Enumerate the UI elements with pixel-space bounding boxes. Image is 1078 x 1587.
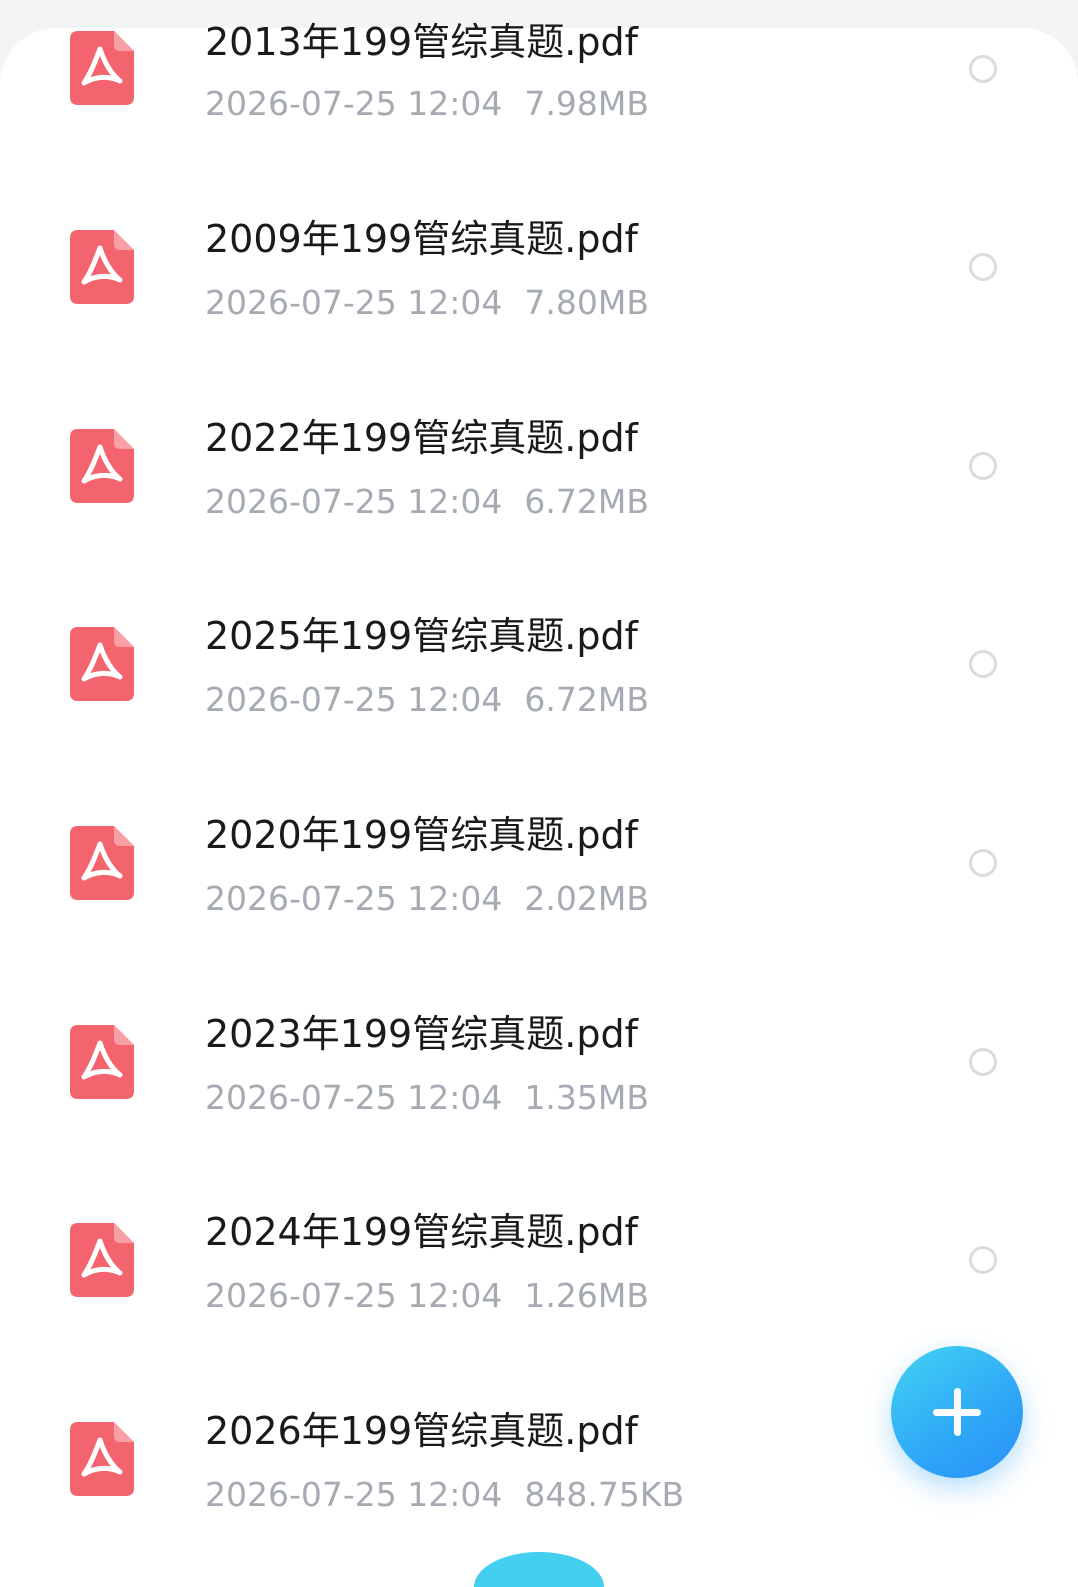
file-date: 2026-07-25 12:04 [205, 283, 503, 322]
file-meta: 2026-07-25 12:04 6.72MB [205, 679, 649, 721]
file-date: 2026-07-25 12:04 [205, 84, 503, 123]
pdf-icon [70, 1025, 134, 1099]
file-date: 2026-07-25 12:04 [205, 879, 503, 918]
add-button[interactable] [891, 1346, 1023, 1478]
file-name: 2026年199管综真题.pdf [205, 1409, 638, 1453]
file-meta: 2026-07-25 12:04 848.75KB [205, 1474, 684, 1516]
file-row[interactable]: 2022年199管综真题.pdf 2026-07-25 12:04 6.72MB [0, 397, 1078, 597]
select-radio[interactable] [969, 1246, 997, 1274]
file-row[interactable]: 2025年199管综真题.pdf 2026-07-25 12:04 6.72MB [0, 595, 1078, 795]
file-name: 2024年199管综真题.pdf [205, 1210, 638, 1254]
file-size: 848.75KB [524, 1475, 685, 1514]
file-meta: 2026-07-25 12:04 6.72MB [205, 481, 649, 523]
pdf-icon [70, 1422, 134, 1496]
file-name: 2020年199管综真题.pdf [205, 813, 638, 857]
file-size: 6.72MB [524, 680, 649, 719]
file-date: 2026-07-25 12:04 [205, 1276, 503, 1315]
file-name: 2023年199管综真题.pdf [205, 1012, 638, 1056]
pdf-icon [70, 826, 134, 900]
file-row[interactable]: 2013年199管综真题.pdf 2026-07-25 12:04 7.98MB [0, 0, 1078, 200]
pdf-icon [70, 627, 134, 701]
file-row[interactable]: 2020年199管综真题.pdf 2026-07-25 12:04 2.02MB [0, 794, 1078, 994]
file-size: 7.80MB [524, 283, 649, 322]
select-radio[interactable] [969, 650, 997, 678]
file-name: 2009年199管综真题.pdf [205, 217, 638, 261]
file-date: 2026-07-25 12:04 [205, 1475, 503, 1514]
plus-icon [933, 1388, 981, 1436]
file-meta: 2026-07-25 12:04 1.35MB [205, 1077, 649, 1119]
select-radio[interactable] [969, 452, 997, 480]
pdf-icon [70, 230, 134, 304]
file-date: 2026-07-25 12:04 [205, 1078, 503, 1117]
file-meta: 2026-07-25 12:04 2.02MB [205, 878, 649, 920]
file-size: 2.02MB [524, 879, 649, 918]
file-size: 6.72MB [524, 482, 649, 521]
select-radio[interactable] [969, 849, 997, 877]
pdf-icon [70, 429, 134, 503]
file-size: 1.26MB [524, 1276, 649, 1315]
file-size: 1.35MB [524, 1078, 649, 1117]
file-date: 2026-07-25 12:04 [205, 680, 503, 719]
pdf-icon [70, 1223, 134, 1297]
file-meta: 2026-07-25 12:04 7.98MB [205, 83, 649, 125]
file-name: 2025年199管综真题.pdf [205, 614, 638, 658]
file-size: 7.98MB [524, 84, 649, 123]
select-radio[interactable] [969, 55, 997, 83]
file-date: 2026-07-25 12:04 [205, 482, 503, 521]
pdf-icon [70, 31, 134, 105]
file-meta: 2026-07-25 12:04 1.26MB [205, 1275, 649, 1317]
file-name: 2022年199管综真题.pdf [205, 416, 638, 460]
file-meta: 2026-07-25 12:04 7.80MB [205, 282, 649, 324]
select-radio[interactable] [969, 253, 997, 281]
file-name: 2013年199管综真题.pdf [205, 20, 638, 64]
file-row[interactable]: 2009年199管综真题.pdf 2026-07-25 12:04 7.80MB [0, 198, 1078, 398]
file-list-screen: 2013年199管综真题.pdf 2026-07-25 12:04 7.98MB … [0, 0, 1078, 1587]
file-row[interactable]: 2023年199管综真题.pdf 2026-07-25 12:04 1.35MB [0, 993, 1078, 1193]
select-radio[interactable] [969, 1048, 997, 1076]
